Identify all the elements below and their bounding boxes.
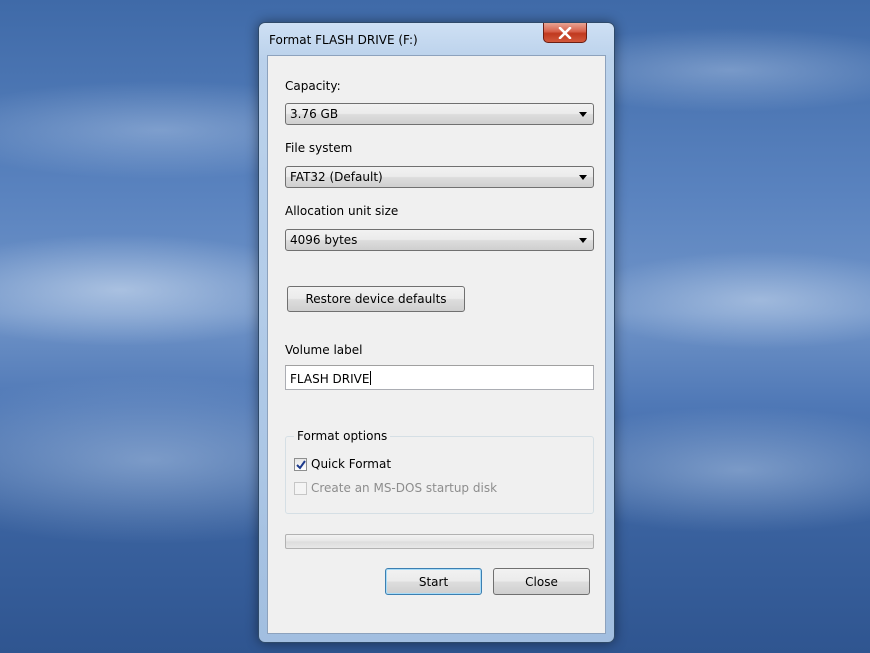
quick-format-checkbox[interactable] — [294, 457, 307, 471]
close-button[interactable]: Close — [493, 568, 590, 595]
chevron-down-icon — [579, 175, 587, 180]
capacity-value: 3.76 GB — [290, 107, 339, 121]
window-title: Format FLASH DRIVE (F:) — [269, 33, 418, 47]
capacity-label: Capacity: — [285, 79, 341, 93]
capacity-select[interactable]: 3.76 GB — [285, 103, 594, 125]
text-caret — [370, 371, 372, 385]
allocation-unit-value: 4096 bytes — [290, 233, 358, 247]
dialog-client-area: Capacity: 3.76 GB File system FAT32 (Def… — [267, 55, 606, 634]
chevron-down-icon — [579, 112, 587, 117]
start-button[interactable]: Start — [385, 568, 482, 595]
file-system-value: FAT32 (Default) — [290, 170, 383, 184]
quick-format-option[interactable]: Quick Format — [294, 457, 391, 471]
format-dialog: Format FLASH DRIVE (F:) Capacity: 3.76 G… — [258, 22, 615, 643]
window-close-button[interactable] — [543, 23, 587, 43]
restore-defaults-button[interactable]: Restore device defaults — [287, 286, 465, 312]
format-options-group: Format options Quick Format Create an MS… — [285, 429, 594, 514]
file-system-select[interactable]: FAT32 (Default) — [285, 166, 594, 188]
format-options-title: Format options — [294, 429, 391, 443]
close-icon — [558, 26, 572, 39]
checkmark-icon — [296, 459, 306, 470]
chevron-down-icon — [579, 238, 587, 243]
volume-label-value: FLASH DRIVE — [290, 372, 370, 386]
msdos-startup-label: Create an MS-DOS startup disk — [311, 481, 498, 495]
volume-label-input[interactable]: FLASH DRIVE — [285, 365, 594, 390]
file-system-label: File system — [285, 141, 353, 155]
msdos-startup-checkbox — [294, 481, 307, 495]
msdos-startup-option: Create an MS-DOS startup disk — [294, 481, 497, 495]
format-progress-bar — [285, 534, 594, 549]
quick-format-label: Quick Format — [311, 457, 392, 471]
allocation-unit-select[interactable]: 4096 bytes — [285, 229, 594, 251]
allocation-unit-label: Allocation unit size — [285, 204, 399, 218]
volume-label-label: Volume label — [285, 343, 363, 357]
